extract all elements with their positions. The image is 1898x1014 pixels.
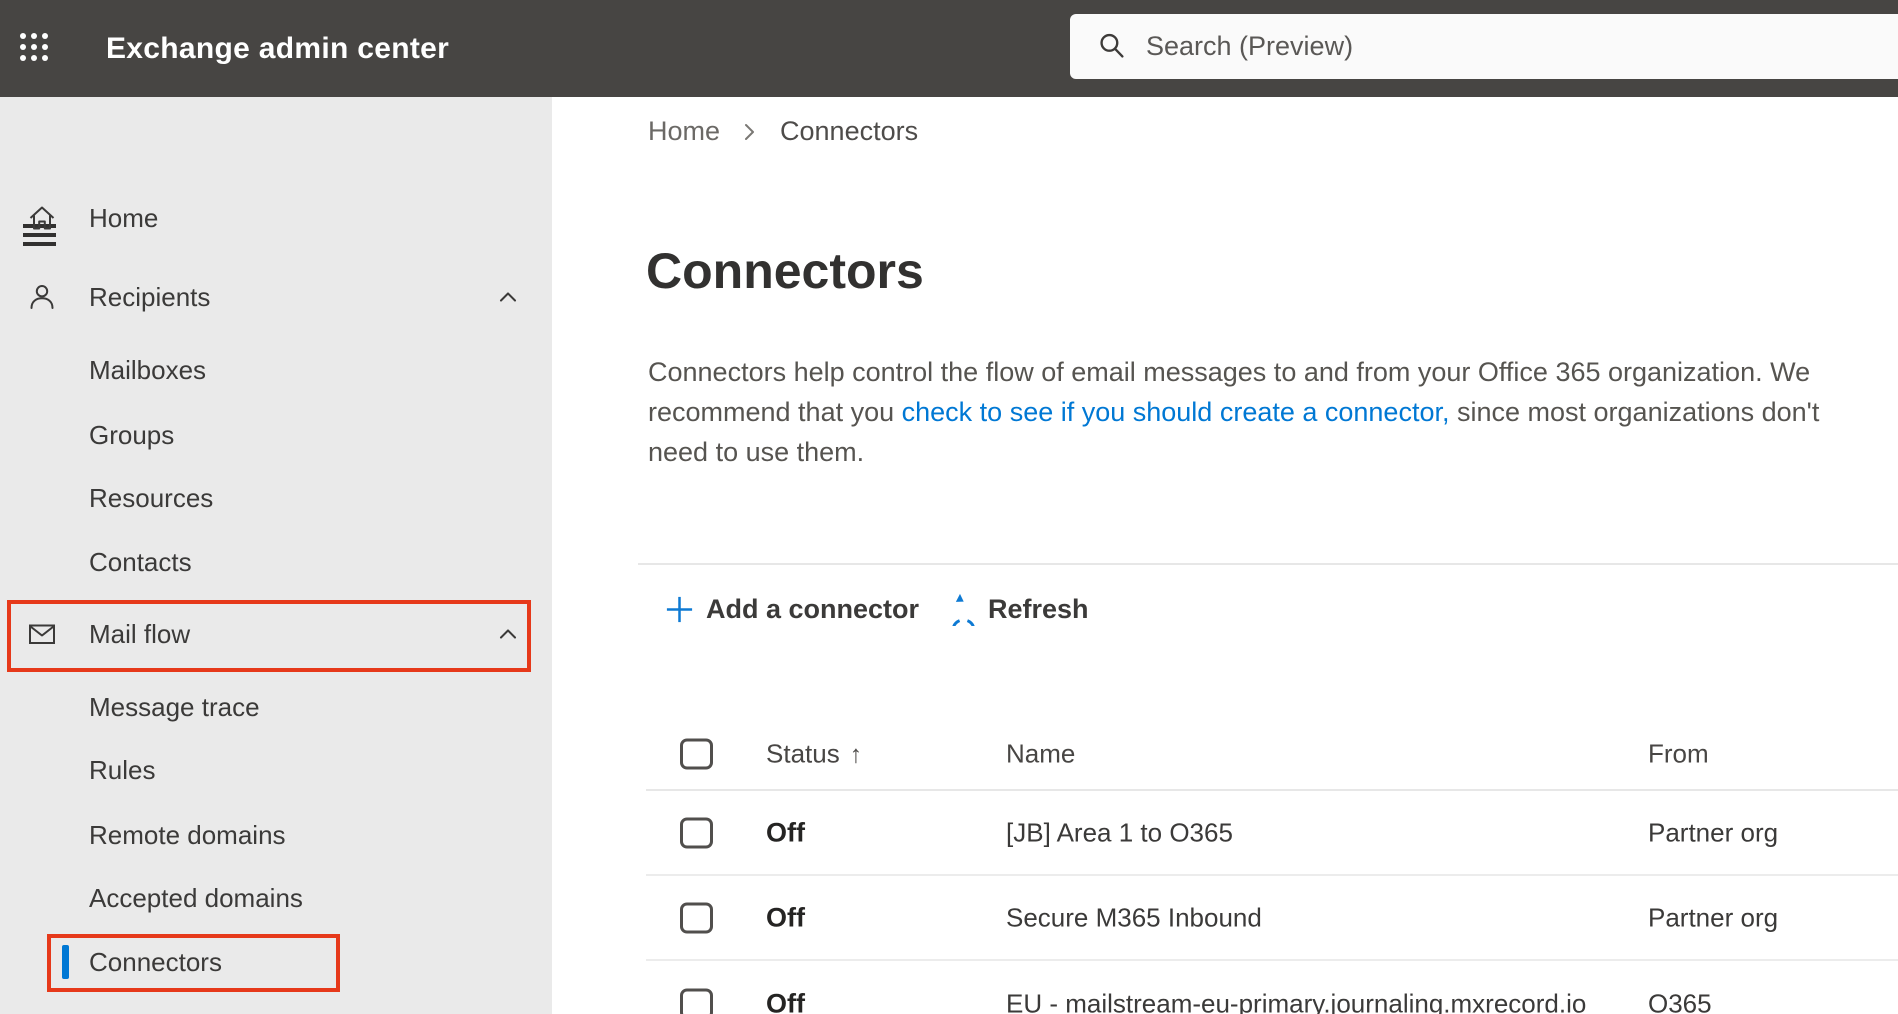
table-row[interactable]: Off Secure M365 Inbound Partner org bbox=[646, 876, 1898, 961]
sidebar-item-label: Mail flow bbox=[89, 618, 191, 649]
plus-icon bbox=[666, 596, 693, 622]
breadcrumb-home-link[interactable]: Home bbox=[648, 116, 720, 147]
sidebar-item-label: Accepted domains bbox=[89, 882, 303, 913]
toolbar-divider bbox=[638, 563, 1898, 565]
refresh-button[interactable]: Refresh bbox=[947, 583, 1089, 635]
create-connector-check-link[interactable]: check to see if you should create a conn… bbox=[902, 397, 1450, 427]
sidebar-item-label: Message trace bbox=[89, 691, 260, 722]
sidebar-item-label: Groups bbox=[89, 419, 175, 450]
row-name[interactable]: EU - mailstream-eu-primary.journaling.mx… bbox=[1006, 988, 1586, 1014]
refresh-icon bbox=[952, 593, 975, 626]
global-search-box[interactable] bbox=[1070, 14, 1898, 79]
sidebar-item-label: Mailboxes bbox=[89, 354, 207, 385]
row-status: Off bbox=[766, 902, 805, 932]
sidebar-item-accepted-domains[interactable]: Accepted domains bbox=[0, 876, 552, 920]
toolbar: Add a connector Refresh bbox=[552, 583, 1898, 635]
app-title: Exchange admin center bbox=[106, 31, 450, 65]
sidebar-item-contacts[interactable]: Contacts bbox=[0, 540, 552, 584]
add-connector-button[interactable]: Add a connector bbox=[664, 583, 919, 635]
page-description: Connectors help control the flow of emai… bbox=[648, 352, 1819, 472]
main-content: Home Connectors Connectors Connectors he… bbox=[552, 97, 1898, 1014]
sort-ascending-icon: ↑ bbox=[849, 740, 863, 768]
row-checkbox[interactable] bbox=[680, 817, 713, 848]
sidebar-item-label: Recipients bbox=[89, 281, 211, 312]
sidebar-item-message-trace[interactable]: Message trace bbox=[0, 685, 552, 729]
description-line: Connectors help control the flow of emai… bbox=[648, 357, 1811, 387]
breadcrumb: Home Connectors bbox=[648, 116, 918, 147]
column-header-name[interactable]: Name bbox=[1006, 738, 1075, 769]
sidebar-item-mail-flow[interactable]: Mail flow bbox=[0, 612, 552, 656]
sidebar-item-rules[interactable]: Rules bbox=[0, 748, 552, 792]
table-row[interactable]: Off [JB] Area 1 to O365 Partner org bbox=[646, 791, 1898, 876]
chevron-up-icon[interactable] bbox=[494, 620, 522, 648]
search-input[interactable] bbox=[1146, 14, 1846, 79]
row-status: Off bbox=[766, 988, 805, 1014]
sidebar-item-recipients[interactable]: Recipients bbox=[0, 275, 552, 319]
sidebar-item-remote-domains[interactable]: Remote domains bbox=[0, 813, 552, 857]
chevron-right-icon bbox=[745, 123, 755, 140]
row-from: O365 bbox=[1648, 988, 1712, 1014]
row-status: Off bbox=[766, 817, 805, 847]
description-line: need to use them. bbox=[648, 437, 865, 467]
select-all-checkbox[interactable] bbox=[680, 738, 713, 769]
row-name[interactable]: Secure M365 Inbound bbox=[1006, 902, 1262, 933]
mail-icon bbox=[29, 624, 55, 644]
row-from: Partner org bbox=[1648, 902, 1779, 932]
selected-item-indicator bbox=[62, 945, 69, 979]
sidebar-item-label: Contacts bbox=[89, 546, 192, 577]
breadcrumb-current: Connectors bbox=[780, 116, 919, 146]
sidebar-item-label: Remote domains bbox=[89, 819, 286, 850]
description-line: recommend that you check to see if you s… bbox=[648, 397, 1820, 427]
column-header-from[interactable]: From bbox=[1648, 738, 1709, 769]
left-navigation-pane: Home Recipients Mailboxes Groups Resourc… bbox=[0, 97, 552, 1014]
sidebar-item-label: Resources bbox=[89, 482, 214, 513]
search-icon bbox=[1100, 33, 1124, 58]
home-icon bbox=[29, 206, 55, 230]
table-header-row: Status ↑ Name From bbox=[646, 718, 1898, 791]
sidebar-item-home[interactable]: Home bbox=[0, 196, 552, 240]
app-launcher-waffle-icon[interactable] bbox=[20, 33, 48, 61]
top-app-bar: Exchange admin center bbox=[0, 0, 1898, 97]
connectors-table: Status ↑ Name From Off [JB] Area 1 to O36… bbox=[646, 718, 1898, 1014]
sidebar-item-connectors[interactable]: Connectors bbox=[0, 940, 552, 984]
sidebar-item-resources[interactable]: Resources bbox=[0, 476, 552, 520]
sidebar-item-mailboxes[interactable]: Mailboxes bbox=[0, 348, 552, 392]
sidebar-item-label: Home bbox=[89, 202, 159, 233]
page-title: Connectors bbox=[646, 243, 924, 299]
sidebar-item-label: Rules bbox=[89, 754, 156, 785]
row-from: Partner org bbox=[1648, 817, 1779, 847]
row-checkbox[interactable] bbox=[680, 902, 713, 933]
row-checkbox[interactable] bbox=[680, 988, 713, 1014]
person-icon bbox=[30, 285, 54, 309]
sidebar-item-groups[interactable]: Groups bbox=[0, 413, 552, 457]
table-row[interactable]: Off EU - mailstream-eu-primary.journalin… bbox=[646, 961, 1898, 1014]
column-header-status[interactable]: Status ↑ bbox=[766, 738, 862, 769]
sidebar-item-label: Connectors bbox=[89, 946, 222, 977]
row-name[interactable]: [JB] Area 1 to O365 bbox=[1006, 817, 1233, 848]
exchange-admin-center-window: Exchange admin center Home Recipients bbox=[0, 0, 1898, 1014]
chevron-up-icon[interactable] bbox=[494, 283, 522, 311]
